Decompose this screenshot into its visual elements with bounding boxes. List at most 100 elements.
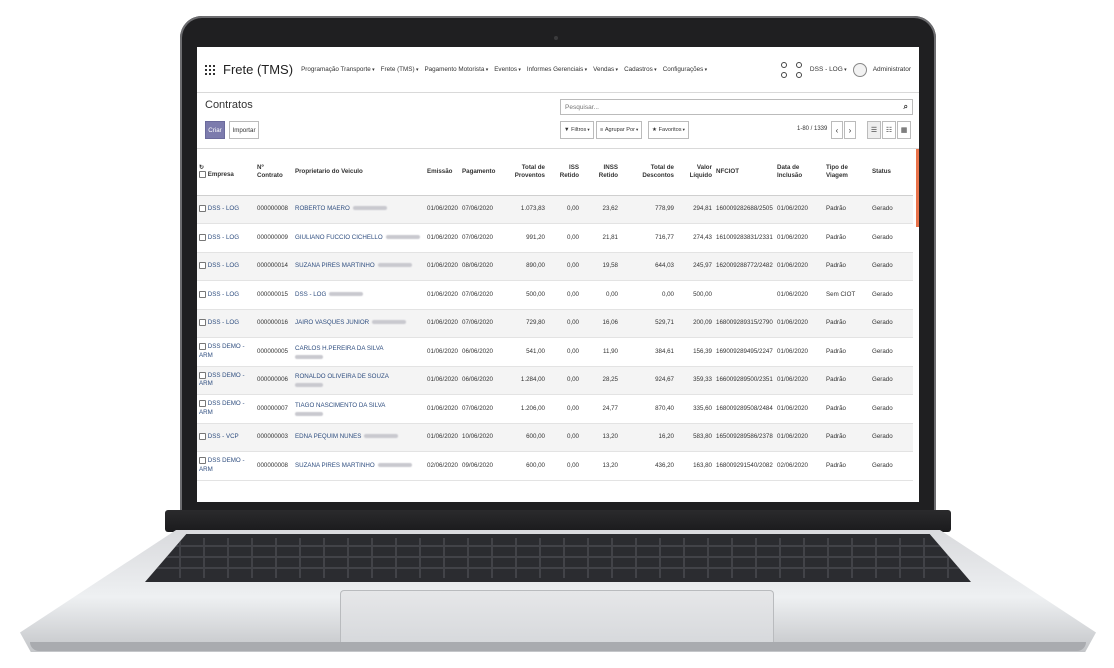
- cell-contrato: 000000009: [255, 223, 293, 253]
- menu-item[interactable]: Cadastros: [624, 66, 657, 73]
- pager-next-button[interactable]: ›: [844, 121, 856, 139]
- filters-button[interactable]: ▼ Filtros: [560, 121, 594, 139]
- cell-data-inclusao: 01/06/2020: [775, 195, 824, 224]
- cell-empresa[interactable]: DSS DEMO - ARM: [197, 451, 255, 481]
- cell-total-proventos: 1.284,00: [500, 366, 547, 395]
- chat-icon[interactable]: [795, 61, 804, 78]
- header-iss[interactable]: ISS Retido: [547, 149, 581, 196]
- header-status[interactable]: Status: [870, 149, 913, 196]
- refresh-icon[interactable]: ↻: [199, 165, 253, 171]
- cell-valor-liquido: 200,09: [676, 309, 714, 338]
- menu-item[interactable]: Eventos: [494, 66, 521, 73]
- menu-item[interactable]: Vendas: [593, 66, 618, 73]
- table-row[interactable]: DSS DEMO - ARM 000000006 RONALDO OLIVEIRA …: [197, 366, 913, 395]
- table-row[interactable]: DSS - LOG 000000014 SUZANA PIRES MARTINHO 0…: [197, 252, 913, 281]
- header-emissao[interactable]: Emissão: [425, 149, 460, 196]
- group-by-button[interactable]: ≡ Agrupar Por: [596, 121, 643, 139]
- select-all-checkbox[interactable]: [199, 170, 206, 178]
- apps-grid-icon[interactable]: [205, 64, 215, 75]
- cell-nfciot: 168009291540/2082: [714, 451, 775, 481]
- row-checkbox[interactable]: [199, 205, 206, 212]
- cell-empresa[interactable]: DSS - LOG: [197, 223, 255, 253]
- cell-total-proventos: 500,00: [500, 280, 547, 310]
- cell-empresa[interactable]: DSS DEMO - ARM: [197, 394, 255, 424]
- cell-iss: 0,00: [547, 337, 581, 367]
- header-valor-liquido[interactable]: Valor Líquido: [676, 149, 714, 196]
- scrollbar[interactable]: [916, 149, 919, 227]
- row-checkbox[interactable]: [199, 233, 206, 241]
- cell-pagamento: 06/06/2020: [460, 366, 500, 395]
- create-button[interactable]: Criar: [205, 121, 225, 139]
- contracts-table: ↻ Empresa Nº Contrato Proprietario do Ve…: [197, 149, 913, 481]
- list-view-button[interactable]: ☰: [867, 121, 881, 139]
- cell-proprietario: TIAGO NASCIMENTO DA SILVA: [293, 394, 425, 424]
- cell-total-proventos: 541,00: [500, 337, 547, 367]
- cell-empresa[interactable]: DSS DEMO - ARM: [197, 337, 255, 367]
- cell-empresa[interactable]: DSS - VCP: [197, 423, 255, 452]
- search-box: ⌕: [560, 99, 913, 115]
- cell-empresa[interactable]: DSS - LOG: [197, 280, 255, 310]
- menu-item[interactable]: Configurações: [663, 66, 708, 73]
- row-checkbox[interactable]: [199, 262, 206, 269]
- header-contrato[interactable]: Nº Contrato: [255, 149, 293, 196]
- header-total-descontos[interactable]: Total de Descontos: [620, 149, 676, 196]
- cell-empresa[interactable]: DSS - LOG: [197, 309, 255, 338]
- header-nfciot[interactable]: NFCIOT: [714, 149, 775, 196]
- header-pagamento[interactable]: Pagamento: [460, 149, 500, 196]
- menu-item[interactable]: Frete (TMS): [381, 66, 419, 73]
- cell-inss: 23,62: [581, 195, 620, 224]
- cell-empresa[interactable]: DSS DEMO - ARM: [197, 366, 255, 395]
- user-name[interactable]: Administrator: [873, 66, 911, 73]
- header-total-proventos[interactable]: Total de Proventos: [500, 149, 547, 196]
- table-row[interactable]: DSS - VCP 000000003 EDNA PEQUIM NUNES 01/06…: [197, 423, 913, 452]
- search-icon[interactable]: ⌕: [904, 102, 908, 112]
- table-row[interactable]: DSS - LOG 000000016 JAIRO VASQUES JUNIOR 01…: [197, 309, 913, 338]
- cell-total-proventos: 600,00: [500, 423, 547, 452]
- row-checkbox[interactable]: [199, 319, 206, 326]
- pager-value[interactable]: 1-80 / 1339: [797, 126, 827, 132]
- list-icon: ☰: [870, 127, 878, 134]
- cell-status: Gerado: [870, 223, 913, 253]
- import-button[interactable]: Importar: [229, 121, 259, 139]
- company-switcher[interactable]: DSS - LOG: [810, 66, 847, 73]
- avatar[interactable]: [852, 62, 867, 77]
- table-row[interactable]: DSS - LOG 000000008 ROBERTO MAERO 01/06/202…: [197, 195, 913, 224]
- header-empresa[interactable]: ↻ Empresa: [197, 149, 255, 196]
- calendar-view-button[interactable]: ▦: [897, 121, 911, 139]
- favorites-button[interactable]: ★ Favoritos: [648, 121, 689, 139]
- cell-status: Gerado: [870, 366, 913, 395]
- search-input[interactable]: [565, 103, 904, 111]
- table-row[interactable]: DSS DEMO - ARM 000000005 CARLOS H.PEREIRA …: [197, 337, 913, 367]
- favorites-label: Favoritos: [658, 127, 682, 133]
- menu-item[interactable]: Programação Transporte: [301, 66, 375, 73]
- kanban-view-button[interactable]: ☷: [882, 121, 896, 139]
- table-row[interactable]: DSS DEMO - ARM 000000008 SUZANA PIRES MART…: [197, 451, 913, 481]
- menu-item[interactable]: Pagamento Motorista: [424, 66, 488, 73]
- row-checkbox[interactable]: [199, 457, 206, 465]
- cell-nfciot: 162009288772/2482: [714, 252, 775, 281]
- header-inss[interactable]: INSS Retido: [581, 149, 620, 196]
- cell-emissao: 01/06/2020: [425, 223, 460, 253]
- pager-previous-button[interactable]: ‹: [831, 121, 843, 139]
- table-row[interactable]: DSS - LOG 000000015 DSS - LOG 01/06/2020 07/…: [197, 280, 913, 310]
- menu-item[interactable]: Informes Gerenciais: [527, 66, 587, 73]
- activity-icon[interactable]: [780, 61, 789, 78]
- cell-iss: 0,00: [547, 451, 581, 481]
- row-checkbox[interactable]: [199, 290, 206, 298]
- cell-emissao: 01/06/2020: [425, 252, 460, 281]
- header-proprietario[interactable]: Proprietario do Veiculo: [293, 149, 425, 196]
- table-row[interactable]: DSS - LOG 000000009 GIULIANO FUCCIO CICHEL…: [197, 223, 913, 253]
- header-data-inclusao[interactable]: Data de Inclusão: [775, 149, 824, 196]
- row-checkbox[interactable]: [199, 371, 206, 379]
- cell-contrato: 000000007: [255, 394, 293, 424]
- cell-empresa[interactable]: DSS - LOG: [197, 252, 255, 281]
- row-checkbox[interactable]: [199, 433, 206, 440]
- table-row[interactable]: DSS DEMO - ARM 000000007 TIAGO NASCIMENTO …: [197, 394, 913, 424]
- row-checkbox[interactable]: [199, 343, 206, 351]
- cell-contrato: 000000008: [255, 195, 293, 224]
- header-tipo-viagem[interactable]: Tipo de Viagem: [824, 149, 870, 196]
- cell-nfciot: 168009289315/2790: [714, 309, 775, 338]
- row-checkbox[interactable]: [199, 400, 206, 408]
- cell-inss: 0,00: [581, 280, 620, 310]
- cell-empresa[interactable]: DSS - LOG: [197, 195, 255, 224]
